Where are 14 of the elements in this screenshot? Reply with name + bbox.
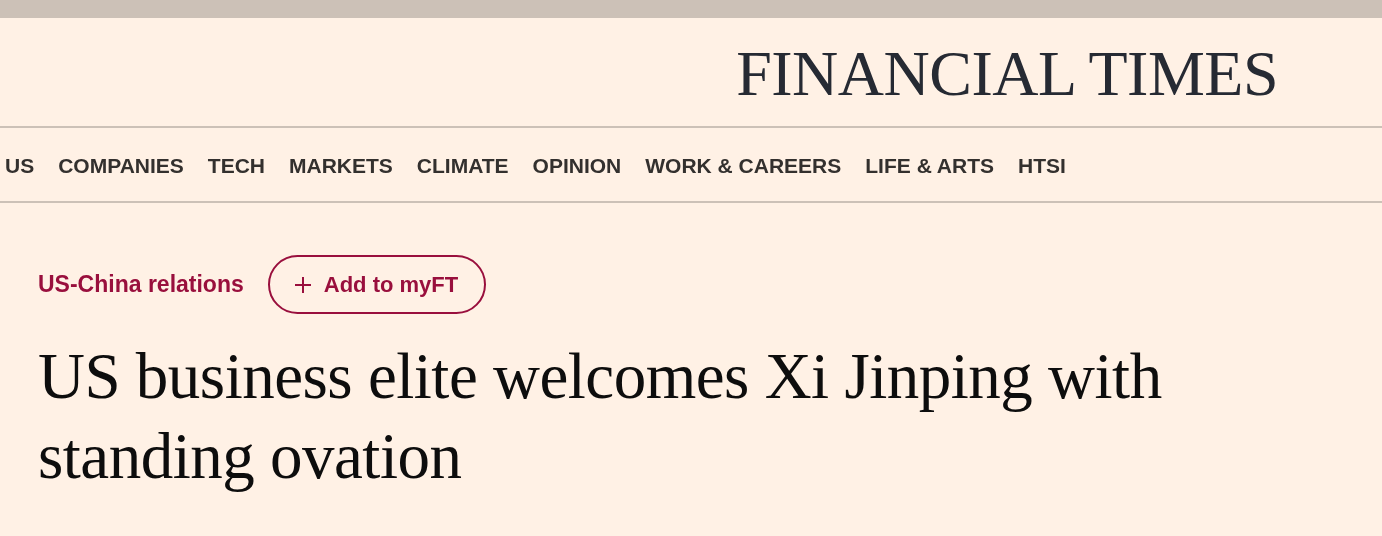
article-headline: US business elite welcomes Xi Jinping with standing ovation [38,339,1163,494]
nav-link[interactable]: OPINION [532,151,622,178]
nav-link[interactable]: TECH [207,151,265,178]
add-to-myft-button[interactable]: Add to myFT [267,255,487,314]
nav-link[interactable]: HTSI [1018,151,1066,178]
nav-link[interactable]: COMPANIES [58,151,184,178]
nav-link[interactable]: WORK & CAREERS [645,151,842,178]
topic-link[interactable]: US-China relations [38,271,244,298]
nav-link[interactable]: US [5,151,35,178]
nav-link[interactable]: LIFE & ARTS [865,151,994,178]
nav-link[interactable]: CLIMATE [416,151,509,178]
site-logo[interactable]: FINANCIAL TIMES [736,38,1278,106]
plus-icon [293,275,312,294]
nav-link[interactable]: MARKETS [289,151,393,178]
